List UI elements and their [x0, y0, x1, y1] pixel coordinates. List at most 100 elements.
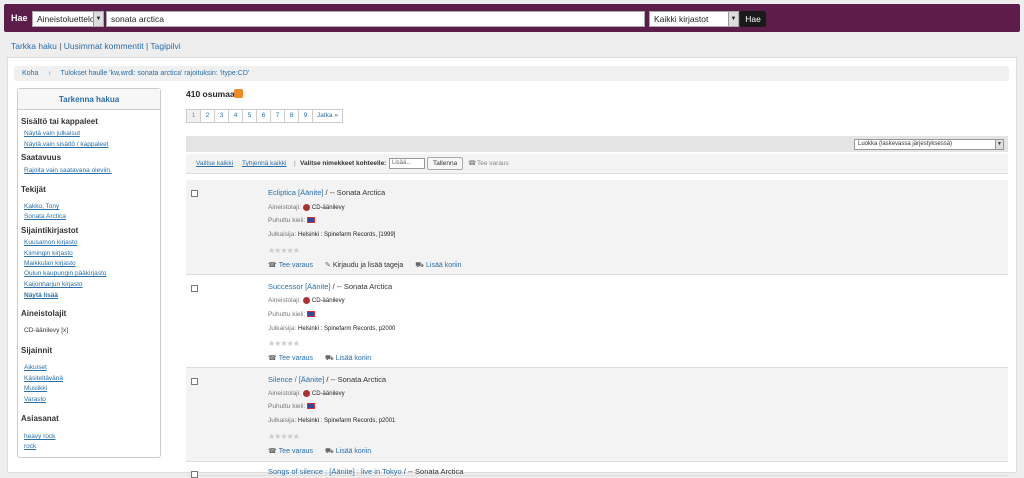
place-hold-link[interactable]: Tee varaus [279, 448, 313, 455]
result-checkbox[interactable] [191, 378, 198, 385]
result-checkbox[interactable] [191, 190, 198, 197]
save-button[interactable]: Tallenna [427, 157, 464, 170]
result-actions: ☎ Tee varaus ✎ Kirjaudu ja lisää tageja ⛟ L… [268, 261, 471, 270]
publisher-label: Julkaisija: [268, 231, 297, 238]
location-link[interactable]: Aikuiset [24, 364, 47, 371]
result-language: Puhuttu kieli: [268, 403, 316, 410]
index-select-value: Aineistoluettelo [37, 14, 95, 24]
select-all-link[interactable]: Valitse kaikki [196, 154, 233, 174]
top-links: Tarkka haku | Uusimmat kommentit | Tagip… [11, 41, 181, 51]
library-link[interactable]: Kiimingin kirjasto [24, 250, 73, 257]
title-link[interactable]: Successor [Äänite] [268, 282, 331, 291]
rss-icon[interactable] [234, 89, 243, 98]
page-link[interactable]: 7 [270, 109, 285, 123]
cart-icon: ⛟ [324, 448, 334, 455]
selection-toolbar: Valitse kaikki Tyhjennä kaikki | Valitse… [186, 154, 1008, 174]
page-link[interactable]: 6 [256, 109, 271, 123]
sort-select[interactable]: Luokka (laskevassa järjestyksessä) ▼ [854, 139, 1004, 150]
cd-icon [302, 297, 310, 304]
breadcrumb-home[interactable]: Koha [22, 70, 38, 77]
hold-icon: ☎ [468, 160, 477, 167]
tag-cloud-link[interactable]: Tagipilvi [150, 41, 180, 51]
add-tags-link[interactable]: Kirjaudu ja lisää tageja [333, 262, 403, 269]
library-link[interactable]: Kuusamon kirjasto [24, 239, 77, 246]
search-input[interactable]: sonata arctica [106, 11, 645, 27]
availability-heading: Saatavuus [21, 153, 62, 162]
content-heading: Sisältö tai kappaleet [21, 117, 98, 126]
type-label: Aineistolaji: [268, 204, 301, 212]
page-link[interactable]: 3 [214, 109, 229, 123]
page-link[interactable]: 9 [298, 109, 313, 123]
result-author: / -- Sonata Arctica [324, 375, 386, 384]
author-link[interactable]: Kakko, Tony [24, 203, 59, 210]
flag-icon [307, 311, 316, 318]
library-select-value: Kaikki kirjastot [654, 14, 709, 24]
result-title: Successor [Äänite] / -- Sonata Arctica [268, 282, 392, 291]
page-link[interactable]: 4 [228, 109, 243, 123]
page-link[interactable]: 2 [200, 109, 215, 123]
title-link[interactable]: Songs of silence : [Äänite] : live in To… [268, 467, 402, 476]
result-row: Ecliptica [Äänite] / -- Sonata Arctica A… [186, 180, 1008, 275]
refine-title: Tarkenna hakua [18, 89, 160, 110]
cd-icon [302, 204, 310, 211]
result-publisher: Julkaisija: Helsinki : Spinefarm Records… [268, 417, 395, 424]
add-to-cart-link[interactable]: Lisää koriin [426, 262, 461, 269]
flag-icon [307, 217, 316, 224]
result-row: Successor [Äänite] / -- Sonata Arctica A… [186, 275, 1008, 368]
search-button[interactable]: Hae [740, 11, 766, 27]
rating-stars[interactable]: ★★★★★ [268, 339, 300, 348]
separator: | [294, 160, 296, 167]
sort-bar: Luokka (laskevassa järjestyksessä) ▼ [186, 136, 1008, 152]
list-select[interactable]: Lisää... [389, 158, 425, 169]
libraries-heading: Sijaintikirjastot [21, 226, 79, 235]
library-link[interactable]: Oulun kaupungin pääkirjasto [24, 270, 106, 277]
facet-link[interactable]: Näytä vain sisältö / kappaleet [24, 141, 109, 148]
chevron-down-icon: ▼ [995, 140, 1003, 149]
availability-link[interactable]: Rajoita vain saatavana oleviin. [24, 167, 112, 174]
subject-link[interactable]: rock [24, 443, 36, 450]
library-select[interactable]: Kaikki kirjastot ▼ [649, 11, 739, 27]
cart-icon: ⛟ [415, 262, 425, 269]
result-row: Songs of silence : [Äänite] : live in To… [186, 462, 1008, 478]
breadcrumb-current[interactable]: Tulokset haulle 'kw,wrdl: sonata arctica… [60, 70, 249, 77]
author-link[interactable]: Sonata Arctica [24, 213, 66, 220]
facet-link[interactable]: Näytä vain julkaisut [24, 130, 80, 137]
rating-stars[interactable]: ★★★★★ [268, 432, 300, 441]
subject-link[interactable]: heavy rock [24, 433, 55, 440]
library-link[interactable]: Kaijonharjun kirjasto [24, 281, 83, 288]
add-to-cart-link[interactable]: Lisää koriin [336, 355, 371, 362]
show-more-link[interactable]: Näytä lisää [24, 292, 58, 299]
breadcrumb-separator-icon: › [48, 70, 51, 77]
place-hold-link[interactable]: Tee varaus [279, 262, 313, 269]
publisher-label: Julkaisija: [268, 417, 297, 424]
breadcrumb: Koha › Tulokset haulle 'kw,wrdl: sonata … [14, 66, 1009, 81]
location-link[interactable]: Varasto [24, 396, 46, 403]
hold-icon: ☎ [268, 355, 277, 362]
page-link[interactable]: 5 [242, 109, 257, 123]
pagination: 1 2 3 4 5 6 7 8 9 Jatka » [186, 109, 343, 123]
subjects-heading: Asiasanat [21, 414, 59, 423]
result-checkbox[interactable] [191, 471, 198, 478]
add-to-cart-link[interactable]: Lisää koriin [336, 448, 371, 455]
result-type: Aineistolaji: CD-äänilevy [268, 297, 345, 304]
page-link[interactable]: 8 [284, 109, 299, 123]
clear-all-link[interactable]: Tyhjennä kaikki [242, 154, 286, 174]
index-select[interactable]: Aineistoluettelo ▼ [32, 11, 104, 27]
publisher-value: Helsinki : Spinefarm Records, p2000 [298, 326, 396, 332]
itemtype-filter[interactable]: CD-äänilevy [x] [24, 327, 68, 334]
place-hold-link[interactable]: Tee varaus [477, 154, 509, 174]
selection-label: Valitse nimekkeet kohteelle: [300, 160, 387, 167]
recent-comments-link[interactable]: Uusimmat kommentit [64, 41, 144, 51]
title-link[interactable]: Ecliptica [Äänite] [268, 188, 323, 197]
result-checkbox[interactable] [191, 285, 198, 292]
library-link[interactable]: Maikkulan kirjasto [24, 260, 76, 267]
advanced-search-link[interactable]: Tarkka haku [11, 41, 57, 51]
location-link[interactable]: Käsiteltävänä [24, 375, 63, 382]
location-link[interactable]: Musiikki [24, 385, 47, 392]
sort-select-value: Luokka (laskevassa järjestyksessä) [858, 141, 953, 147]
place-hold-link[interactable]: Tee varaus [279, 355, 313, 362]
title-link[interactable]: Silence / [Äänite] [268, 375, 324, 384]
result-type: Aineistolaji: CD-äänilevy [268, 204, 345, 211]
next-page-link[interactable]: Jatka » [312, 109, 343, 123]
rating-stars[interactable]: ★★★★★ [268, 246, 300, 255]
